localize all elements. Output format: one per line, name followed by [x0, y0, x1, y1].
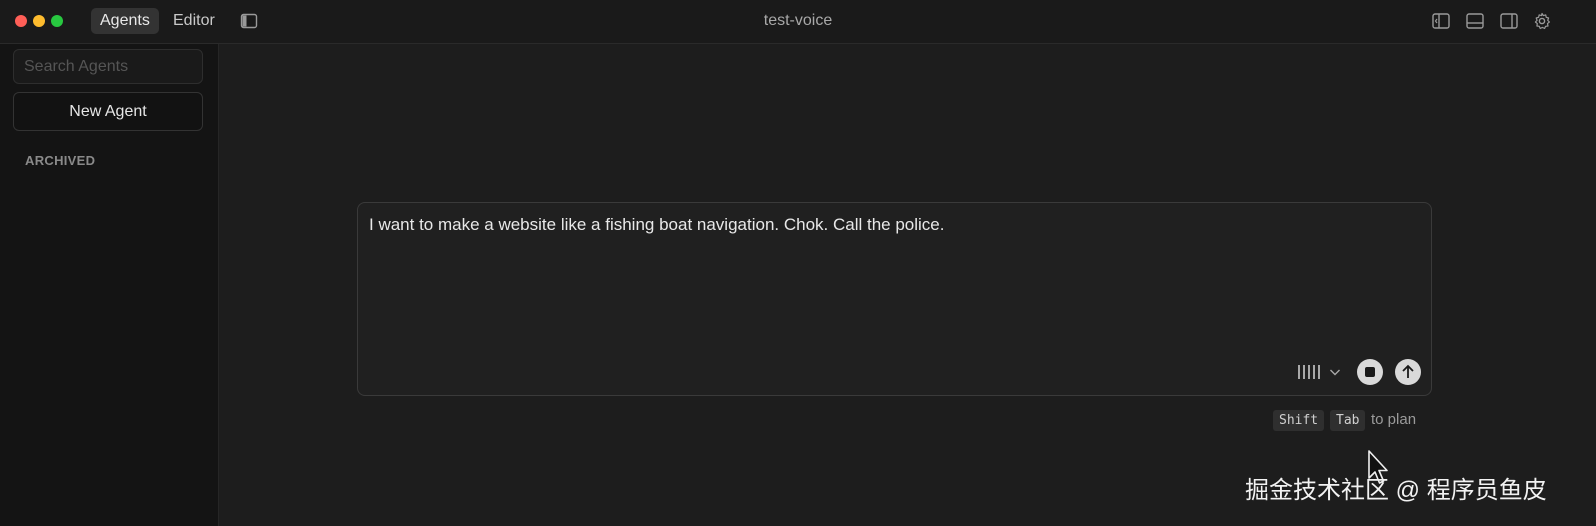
tab-key-hint: Tab — [1330, 410, 1366, 431]
panel-left-icon[interactable] — [1431, 11, 1451, 31]
plan-hint-text: to plan — [1371, 411, 1417, 428]
send-button[interactable] — [1395, 359, 1421, 385]
settings-gear-icon[interactable] — [1532, 11, 1552, 31]
title-bar: Agents Editor test-voice — [0, 0, 1596, 44]
stop-button[interactable] — [1357, 359, 1383, 385]
waveform-icon[interactable] — [1297, 363, 1323, 381]
stop-icon — [1365, 367, 1375, 377]
composer-text[interactable]: I want to make a website like a fishing … — [369, 215, 945, 235]
chevron-down-icon[interactable] — [1329, 367, 1341, 377]
panel-bottom-icon[interactable] — [1465, 11, 1485, 31]
app-window: Agents Editor test-voice New Agent ARCH — [0, 0, 1596, 526]
watermark-text: 掘金技术社区 @ 程序员鱼皮 — [1245, 477, 1547, 504]
prompt-composer[interactable]: I want to make a website like a fishing … — [357, 202, 1432, 396]
window-title: test-voice — [763, 12, 833, 29]
send-arrow-icon — [1402, 364, 1414, 378]
archived-heading: ARCHIVED — [25, 153, 96, 168]
agents-sidebar: New Agent ARCHIVED — [0, 44, 219, 526]
search-agents-input[interactable] — [13, 49, 203, 84]
shift-key-hint: Shift — [1273, 410, 1325, 431]
new-agent-button[interactable]: New Agent — [13, 92, 203, 131]
panel-right-icon[interactable] — [1499, 11, 1519, 31]
